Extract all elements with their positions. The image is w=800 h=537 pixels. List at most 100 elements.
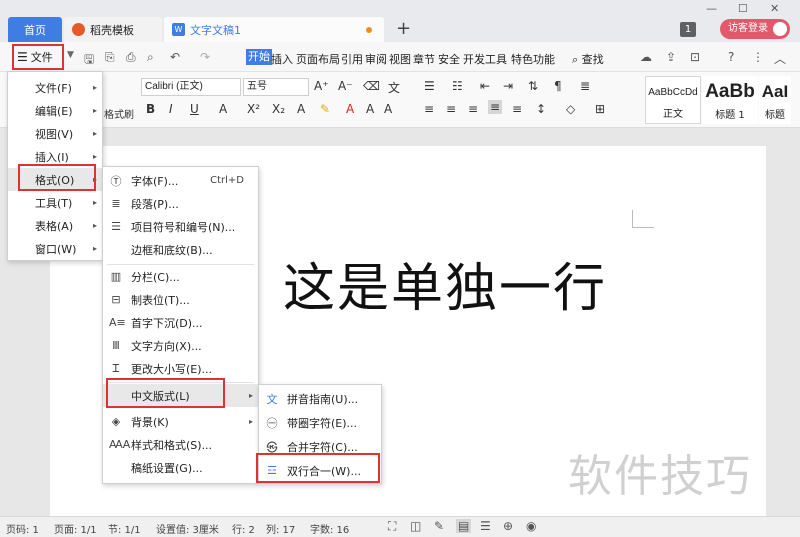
subscript-icon[interactable]: X₂	[272, 102, 285, 116]
style-normal[interactable]: AaBbCcDd 正文	[645, 76, 701, 124]
sort-icon[interactable]: ⇅	[528, 79, 538, 93]
tab-view[interactable]: 视图	[389, 51, 411, 67]
borders-icon[interactable]: ⊞	[595, 102, 605, 116]
show-marks-icon[interactable]: ¶	[554, 79, 562, 93]
save-icon[interactable]: 🖫	[84, 50, 94, 71]
line-spacing-icon[interactable]: ≣	[580, 79, 590, 93]
reading-mode-icon[interactable]: ◫	[410, 519, 421, 533]
print-preview-icon[interactable]: ⌕	[147, 50, 154, 65]
undo-icon[interactable]: ↶	[170, 50, 180, 64]
strikethrough-icon[interactable]: A	[219, 102, 227, 116]
menu-item-window[interactable]: 窗口(W) ▸	[8, 237, 102, 260]
bullets-toolbar-icon[interactable]: ☰	[424, 79, 435, 93]
menu-item-font-label: 字体(F)...	[131, 174, 179, 188]
align-right-icon[interactable]: ≡	[468, 102, 478, 116]
tab-review[interactable]: 审阅	[365, 51, 387, 67]
chevron-down-icon[interactable]: ▼	[67, 50, 74, 60]
menu-item-change-case[interactable]: Ꮖ 更改大小写(E)...	[103, 357, 258, 380]
menu-item-view[interactable]: 视图(V) ▸	[8, 122, 102, 145]
menu-item-enclosed[interactable]: ㊀带圈字符(E)...	[259, 411, 381, 434]
underline-icon[interactable]: U	[190, 102, 199, 116]
redo-icon[interactable]: ↷	[200, 50, 210, 64]
numbering-toolbar-icon[interactable]: ☷	[452, 79, 463, 93]
tab-security[interactable]: 安全	[438, 51, 460, 67]
menu-item-drop-cap[interactable]: A≡ 首字下沉(D)...	[103, 311, 258, 334]
decrease-indent-icon[interactable]: ⇤	[480, 79, 490, 93]
menu-item-pinyin[interactable]: 文拼音指南(U)...	[259, 387, 381, 410]
menu-item-text-direction[interactable]: Ⅲ 文字方向(X)...	[103, 334, 258, 357]
char-shading-icon[interactable]: A	[366, 102, 374, 116]
menu-item-borders[interactable]: 边框和底纹(B)...	[103, 238, 258, 261]
menu-item-columns[interactable]: ▥ 分栏(C)...	[103, 265, 258, 288]
login-button[interactable]: 访客登录	[720, 19, 790, 39]
tab-home[interactable]: 首页	[8, 17, 62, 42]
menu-item-tools[interactable]: 工具(T) ▸	[8, 191, 102, 214]
share-icon[interactable]: ⇪	[666, 50, 676, 64]
document-body-text[interactable]: 这是单独一行	[283, 246, 607, 321]
distributed-icon[interactable]: ≡	[512, 102, 522, 116]
bold-icon[interactable]: B	[146, 102, 155, 116]
tab-document[interactable]: W 文字文稿1	[164, 17, 384, 42]
tab-templates[interactable]: 稻壳模板	[64, 17, 162, 42]
shrink-font-icon[interactable]: A⁻	[338, 79, 353, 93]
menu-item-styles[interactable]: ꜲA 样式和格式(S)...	[103, 433, 258, 456]
new-tab-button[interactable]: +	[396, 18, 411, 39]
tab-developer[interactable]: 开发工具	[463, 51, 507, 67]
collapse-ribbon-icon[interactable]: ︿	[774, 50, 786, 67]
menu-item-tab-stops[interactable]: ⊟ 制表位(T)...	[103, 288, 258, 311]
grow-font-icon[interactable]: A⁺	[314, 79, 329, 93]
minimize-icon[interactable]: —	[706, 2, 717, 15]
menu-item-paragraph[interactable]: ≣ 段落(P)...	[103, 192, 258, 215]
page-view-icon[interactable]: ▤	[456, 519, 472, 533]
outline-view-icon[interactable]: ☰	[480, 519, 491, 533]
print-icon[interactable]: ⎙	[126, 50, 136, 65]
more-icon[interactable]: ⋮	[752, 50, 764, 64]
menu-item-file[interactable]: 文件(F) ▸	[8, 76, 102, 99]
file-menu-button[interactable]: ☰ 文件	[12, 44, 64, 70]
font-color-icon[interactable]: A	[346, 102, 354, 116]
collab-icon[interactable]: ⊡	[690, 50, 700, 64]
font-name-select[interactable]: Calibri (正文)	[141, 78, 241, 96]
justify-icon[interactable]: ≡	[488, 100, 503, 114]
shading-icon[interactable]: ◇	[566, 102, 575, 116]
clear-format-icon[interactable]: ⌫	[363, 79, 380, 93]
align-left-icon[interactable]: ≡	[424, 102, 434, 116]
menu-item-bullets[interactable]: ☰ 项目符号和编号(N)...	[103, 215, 258, 238]
style-heading2[interactable]: AaI 标题	[759, 76, 791, 124]
tab-special[interactable]: 特色功能	[511, 51, 555, 67]
menu-item-font[interactable]: Ⓣ 字体(F)... Ctrl+D	[103, 169, 258, 192]
font-size-select[interactable]: 五号	[243, 78, 309, 96]
highlight-icon[interactable]: ✎	[320, 102, 330, 116]
tab-sections[interactable]: 章节	[413, 51, 435, 67]
tab-insert[interactable]: 插入	[271, 51, 293, 67]
export-icon[interactable]: ⎘	[105, 50, 115, 65]
tab-start[interactable]: 开始	[246, 49, 272, 65]
window-count-badge[interactable]: 1	[680, 22, 696, 37]
increase-indent-icon[interactable]: ⇥	[503, 79, 513, 93]
spacing-icon[interactable]: ↕	[536, 102, 546, 116]
eye-protect-icon[interactable]: ◉	[526, 519, 536, 533]
menu-item-table[interactable]: 表格(A) ▸	[8, 214, 102, 237]
style-heading1[interactable]: AaBb 标题 1	[702, 76, 758, 124]
tab-page-layout[interactable]: 页面布局	[296, 51, 340, 67]
align-center-icon[interactable]: ≡	[446, 102, 456, 116]
format-brush-label[interactable]: 格式刷	[104, 106, 134, 121]
web-view-icon[interactable]: ⊕	[503, 519, 513, 533]
pinyin-guide-icon[interactable]: 文	[388, 79, 400, 96]
menu-item-background[interactable]: ◈ 背景(K) ▸	[103, 410, 258, 433]
cloud-icon[interactable]: ☁	[640, 50, 652, 64]
search-button[interactable]: ⌕ 查找	[572, 51, 604, 67]
text-effects-icon[interactable]: A	[297, 102, 305, 116]
maximize-icon[interactable]: ☐	[738, 2, 748, 15]
menu-item-edit[interactable]: 编辑(E) ▸	[8, 99, 102, 122]
char-border-icon[interactable]: A	[384, 102, 392, 116]
help-icon[interactable]: ?	[728, 50, 734, 64]
fullscreen-icon[interactable]: ⛶	[388, 519, 396, 534]
menu-item-manuscript[interactable]: 稿纸设置(G)...	[103, 456, 258, 479]
close-icon[interactable]: ✕	[770, 2, 779, 15]
status-setting: 设置值: 3厘米	[156, 525, 219, 536]
superscript-icon[interactable]: X²	[247, 102, 260, 116]
italic-icon[interactable]: I	[169, 102, 173, 116]
tab-references[interactable]: 引用	[341, 51, 363, 67]
edit-mode-icon[interactable]: ✎	[434, 519, 444, 533]
